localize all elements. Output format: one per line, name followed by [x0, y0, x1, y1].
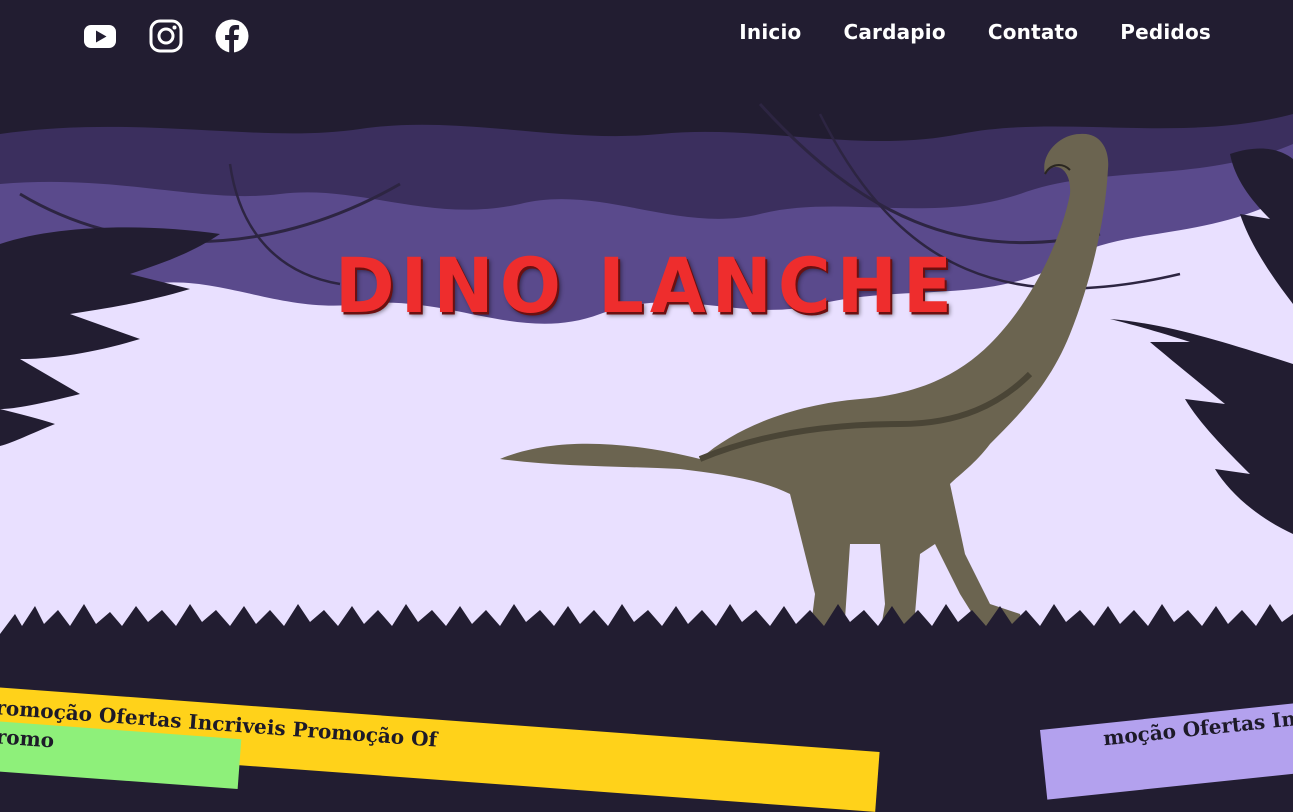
page-title: DINO LANCHE — [334, 241, 959, 331]
top-navigation-bar: Inicio Cardapio Contato Pedidos — [0, 0, 1293, 74]
youtube-icon — [84, 25, 116, 48]
nav-item-inicio[interactable]: Inicio — [739, 20, 801, 44]
promo-banner-text: moção Ofertas In — [1101, 706, 1293, 751]
nav-item-cardapio[interactable]: Cardapio — [843, 20, 945, 44]
jungle-illustration — [0, 74, 1293, 674]
instagram-icon — [149, 19, 183, 53]
nav-item-contato[interactable]: Contato — [988, 20, 1078, 44]
instagram-link[interactable] — [148, 18, 184, 54]
promo-banner-text: Promo — [0, 723, 55, 753]
nav-item-pedidos[interactable]: Pedidos — [1120, 20, 1211, 44]
facebook-icon — [215, 19, 249, 54]
hero-section: DINO LANCHE — [0, 74, 1293, 674]
promo-banner-purple: moção Ofertas In — [1040, 687, 1293, 800]
youtube-link[interactable] — [82, 18, 118, 54]
facebook-link[interactable] — [214, 18, 250, 54]
social-links — [82, 18, 250, 54]
main-nav: Inicio Cardapio Contato Pedidos — [739, 20, 1211, 44]
